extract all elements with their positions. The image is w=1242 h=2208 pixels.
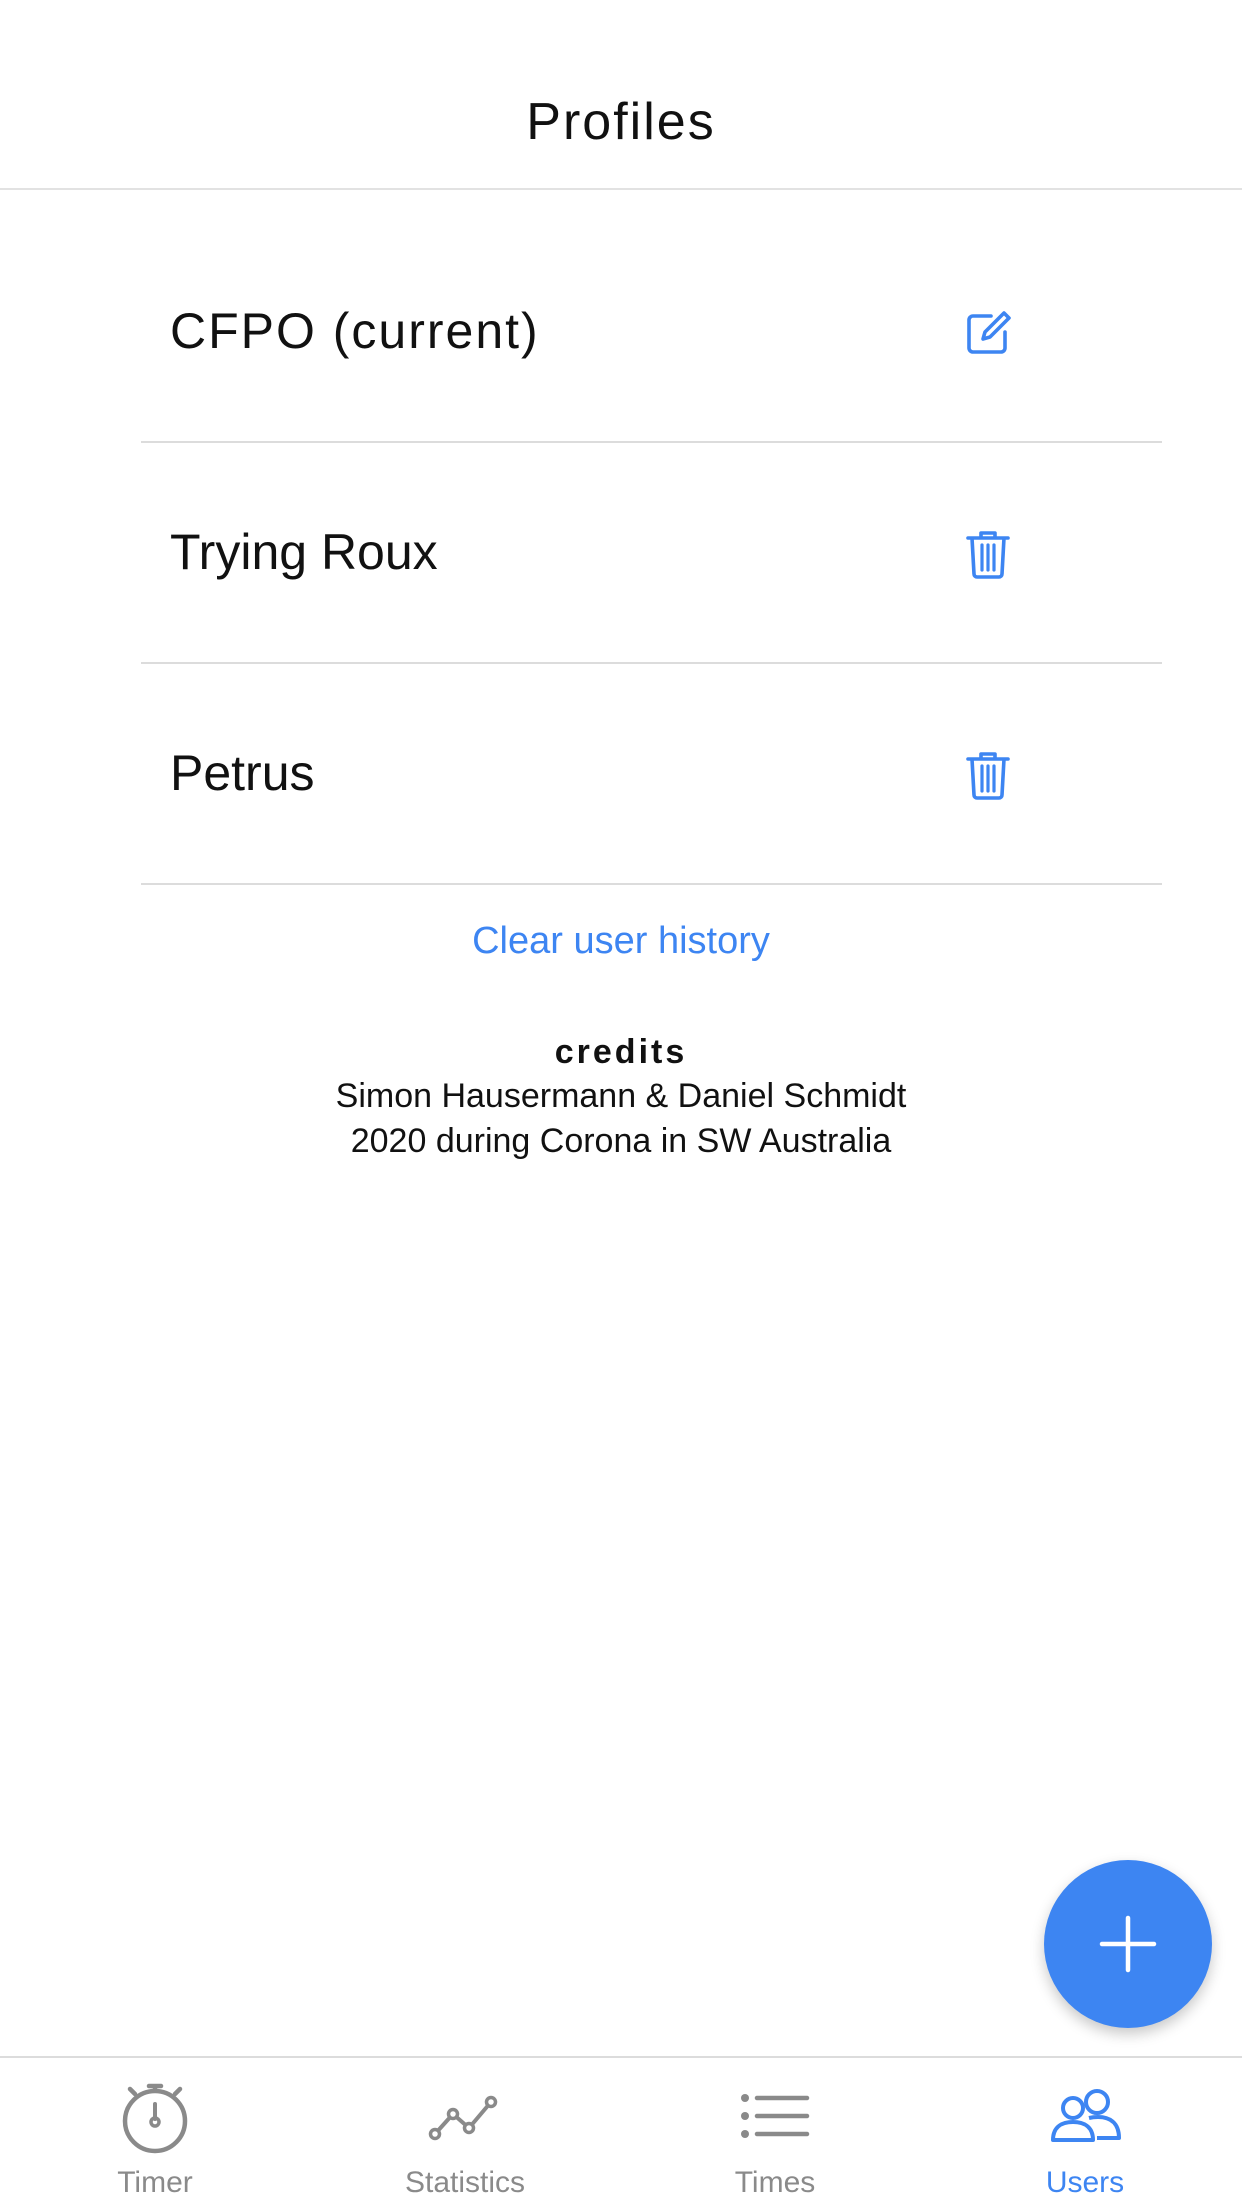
clear-user-history-link[interactable]: Clear user history: [0, 920, 1242, 963]
credits-authors: Simon Hausermann & Daniel Schmidt: [335, 1077, 907, 1115]
list-icon: [741, 2094, 810, 2138]
profiles-list: CFPO (current) Trying Roux Petrus: [141, 222, 1162, 885]
profile-name: Petrus: [170, 745, 315, 801]
users-icon: [1051, 2089, 1121, 2142]
tab-statistics[interactable]: Statistics: [310, 2058, 620, 2208]
profile-name: CFPO (current): [170, 303, 540, 359]
profile-name: Trying Roux: [170, 524, 438, 580]
bottom-tab-bar: Timer Statistics Times Users: [0, 2056, 1242, 2208]
tab-times[interactable]: Times: [620, 2058, 930, 2208]
delete-profile-button[interactable]: [961, 527, 1015, 581]
trash-icon: [966, 752, 1010, 800]
delete-profile-button[interactable]: [961, 748, 1015, 802]
credits-title: credits: [554, 1033, 688, 1071]
edit-profile-button[interactable]: [961, 306, 1015, 360]
page-title: Profiles: [526, 93, 716, 151]
tab-label: Timer: [117, 2166, 193, 2199]
trash-icon: [966, 531, 1010, 579]
add-profile-button[interactable]: [1044, 1860, 1212, 2028]
tab-label: Times: [734, 2166, 816, 2199]
line-chart-icon: [428, 2095, 498, 2141]
tab-timer[interactable]: Timer: [0, 2058, 310, 2208]
header: Profiles: [0, 0, 1242, 190]
credits-section: credits Simon Hausermann & Daniel Schmid…: [0, 1030, 1242, 1164]
plus-icon: [1099, 1915, 1157, 1973]
edit-icon: [967, 311, 1011, 354]
credits-note: 2020 during Corona in SW Australia: [350, 1122, 892, 1160]
stopwatch-icon: [122, 2083, 188, 2154]
profile-row[interactable]: Trying Roux: [141, 443, 1162, 664]
tab-label: Statistics: [404, 2166, 526, 2199]
tab-label: Users: [1045, 2166, 1125, 2199]
profile-row[interactable]: Petrus: [141, 664, 1162, 885]
tab-users[interactable]: Users: [930, 2058, 1240, 2208]
profile-row-current[interactable]: CFPO (current): [141, 222, 1162, 443]
